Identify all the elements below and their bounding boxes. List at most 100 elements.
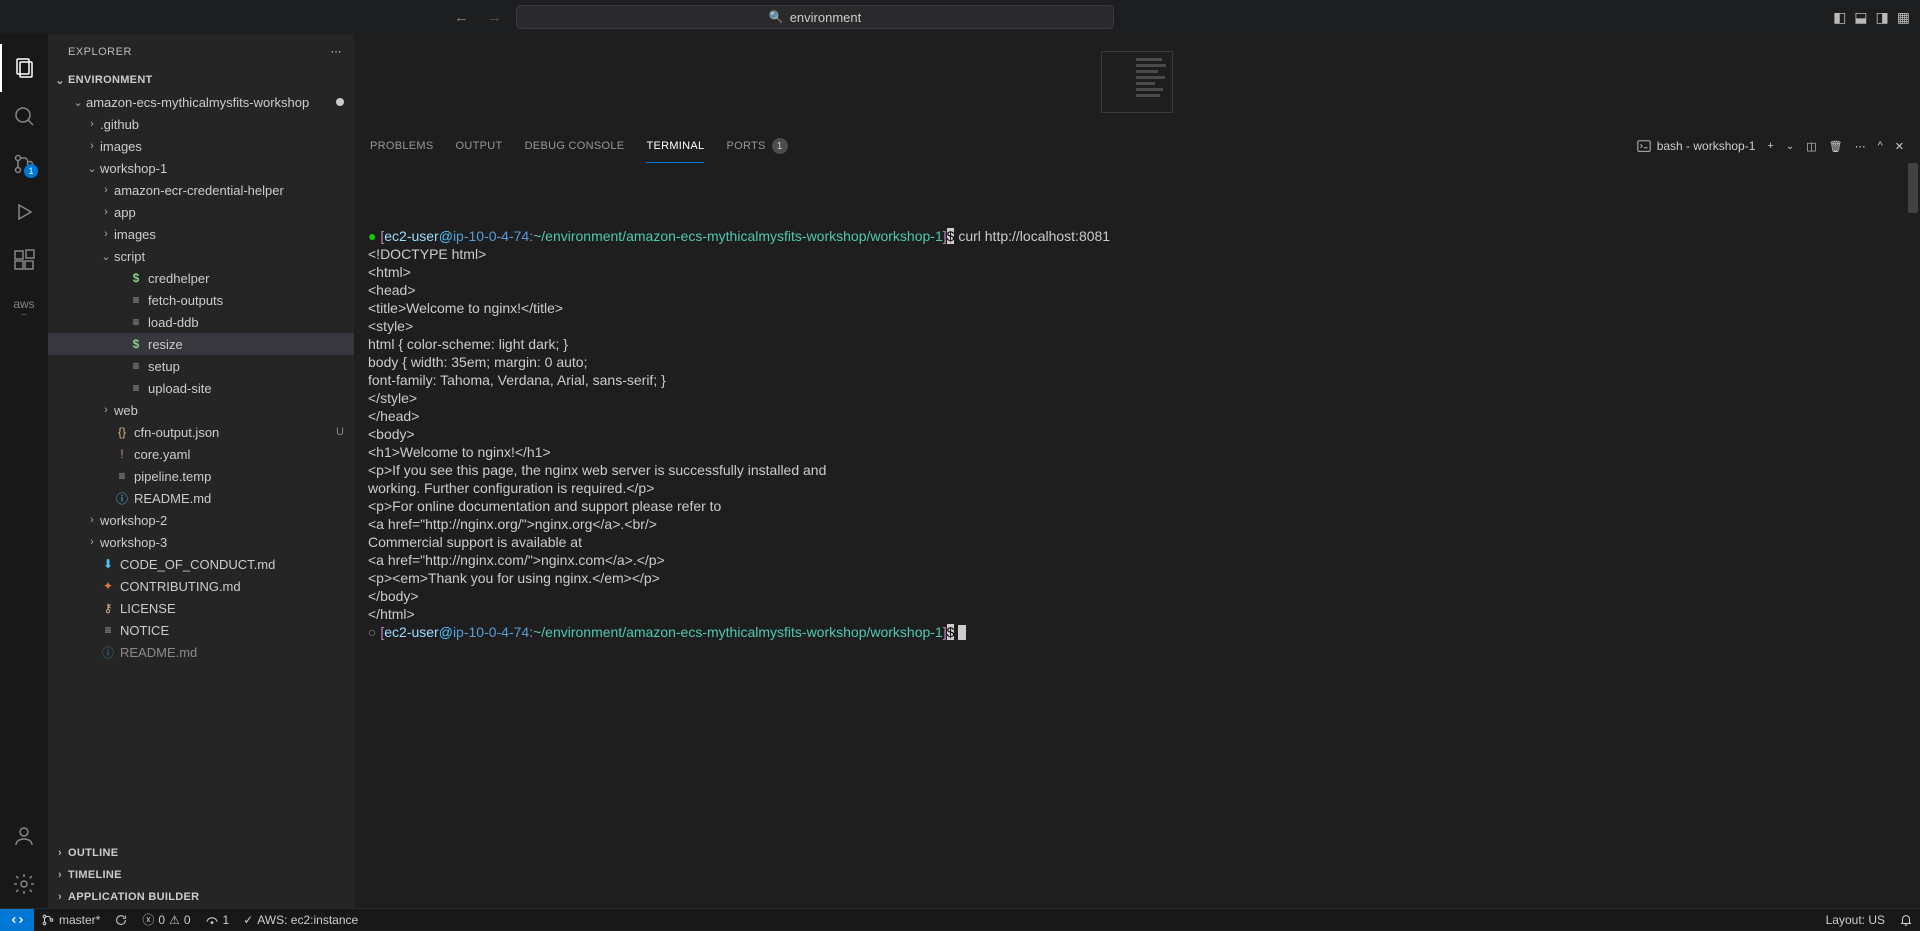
activity-settings-icon[interactable] <box>0 860 48 908</box>
layout-left-icon[interactable]: ◧ <box>1833 9 1846 26</box>
terminal-dropdown-icon[interactable]: ⌄ <box>1786 141 1794 152</box>
editor-empty-area <box>354 34 1920 130</box>
tree-item[interactable]: $resize <box>48 333 354 355</box>
file-icon: ≡ <box>128 381 144 395</box>
file-icon: ≡ <box>128 315 144 329</box>
tree-item[interactable]: ›amazon-ecr-credential-helper <box>48 179 354 201</box>
tree-item-label: pipeline.temp <box>134 469 211 484</box>
tree-item[interactable]: $credhelper <box>48 267 354 289</box>
terminal-scrollbar[interactable] <box>1908 163 1918 213</box>
tree-item[interactable]: ⌄workshop-1 <box>48 157 354 179</box>
tree-item[interactable]: ≡upload-site <box>48 377 354 399</box>
tree-item-label: workshop-3 <box>100 535 167 550</box>
chevron-icon: › <box>98 206 114 218</box>
tab-problems[interactable]: PROBLEMS <box>370 130 434 163</box>
git-status: U <box>336 426 344 438</box>
terminal-content[interactable]: ● [ec2-user@ip-10-0-4-74:~/environment/a… <box>354 163 1920 908</box>
tree-item-label: web <box>114 403 138 418</box>
chevron-icon: › <box>98 228 114 240</box>
status-ports[interactable]: 1 <box>198 909 237 931</box>
activity-search-icon[interactable] <box>0 92 48 140</box>
tree-item-label: load-ddb <box>148 315 199 330</box>
activity-aws-icon[interactable]: aws⌣ <box>0 284 48 332</box>
terminal-kill-icon[interactable]: 🗑 <box>1829 140 1843 153</box>
sidebar-section[interactable]: ›OUTLINE <box>48 842 354 864</box>
panel-close-icon[interactable]: ✕ <box>1895 140 1904 153</box>
activity-explorer-icon[interactable] <box>0 44 48 92</box>
tree-item[interactable]: ≡setup <box>48 355 354 377</box>
ports-badge: 1 <box>772 138 788 154</box>
tree-item[interactable]: {}cfn-output.jsonU <box>48 421 354 443</box>
tree-item[interactable]: ⓘ README.md <box>48 487 354 509</box>
tree-item[interactable]: ⓘREADME.md <box>48 641 354 663</box>
tree-item[interactable]: ≡NOTICE <box>48 619 354 641</box>
status-sync[interactable] <box>107 909 135 931</box>
tree-item[interactable]: ›workshop-2 <box>48 509 354 531</box>
tree-item-label: amazon-ecr-credential-helper <box>114 183 284 198</box>
sidebar-section[interactable]: ›APPLICATION BUILDER <box>48 886 354 908</box>
file-icon: ≡ <box>114 469 130 483</box>
activity-scm-icon[interactable]: 1 <box>0 140 48 188</box>
terminal-name[interactable]: bash - workshop-1 <box>1637 139 1756 153</box>
tree-item[interactable]: ✦CONTRIBUTING.md <box>48 575 354 597</box>
chevron-icon: › <box>84 514 100 526</box>
file-icon: $ <box>128 337 144 351</box>
tree-item[interactable]: !core.yaml <box>48 443 354 465</box>
tree-item[interactable]: ›images <box>48 135 354 157</box>
tree-item[interactable]: ›web <box>48 399 354 421</box>
file-tree: ⌄amazon-ecs-mythicalmysfits-workshop›.gi… <box>48 91 354 842</box>
status-layout[interactable]: Layout: US <box>1819 909 1892 931</box>
activity-account-icon[interactable] <box>0 812 48 860</box>
scm-badge: 1 <box>24 164 38 178</box>
status-problems[interactable]: ⓧ0 ⚠0 <box>135 909 197 931</box>
activity-extensions-icon[interactable] <box>0 236 48 284</box>
terminal-new-icon[interactable]: + <box>1767 140 1773 152</box>
minimap-placeholder-icon <box>1101 51 1173 113</box>
nav-back-icon[interactable]: ← <box>454 9 469 26</box>
tree-item-label: README.md <box>134 491 211 506</box>
tree-item[interactable]: ≡ pipeline.temp <box>48 465 354 487</box>
tab-ports[interactable]: PORTS1 <box>726 130 787 163</box>
terminal-split-icon[interactable]: ◫ <box>1806 140 1816 153</box>
status-branch[interactable]: master* <box>34 909 107 931</box>
tree-item[interactable]: ⚷LICENSE <box>48 597 354 619</box>
chevron-icon: › <box>98 184 114 196</box>
tree-item-label: CONTRIBUTING.md <box>120 579 241 594</box>
panel-maximize-icon[interactable]: ^ <box>1878 140 1883 152</box>
nav-forward-icon[interactable]: → <box>487 9 502 26</box>
tree-item[interactable]: ›images <box>48 223 354 245</box>
file-icon: ⓘ <box>114 490 130 507</box>
tree-item-label: setup <box>148 359 180 374</box>
layout-bottom-icon[interactable]: ⬓ <box>1854 9 1867 26</box>
tree-item[interactable]: ⌄script <box>48 245 354 267</box>
status-aws[interactable]: ✓AWS: ec2:instance <box>236 909 365 931</box>
explorer-root[interactable]: ⌄ENVIRONMENT <box>48 69 354 91</box>
activity-run-icon[interactable] <box>0 188 48 236</box>
terminal-more-icon[interactable]: ⋯ <box>1855 140 1866 153</box>
tab-terminal[interactable]: TERMINAL <box>646 130 704 163</box>
file-icon: {} <box>114 425 130 439</box>
tree-item[interactable]: ⌄amazon-ecs-mythicalmysfits-workshop <box>48 91 354 113</box>
tree-item[interactable]: ≡ fetch-outputs <box>48 289 354 311</box>
tree-item[interactable]: ⬇CODE_OF_CONDUCT.md <box>48 553 354 575</box>
tree-item-label: LICENSE <box>120 601 176 616</box>
sidebar-title: EXPLORER <box>68 46 132 58</box>
file-icon: ≡ <box>128 293 144 307</box>
chevron-icon: ⌄ <box>98 250 114 263</box>
tree-item-label: core.yaml <box>134 447 190 462</box>
status-bell-icon[interactable] <box>1892 909 1920 931</box>
tree-item-label: fetch-outputs <box>148 293 223 308</box>
tree-item[interactable]: ≡ load-ddb <box>48 311 354 333</box>
sidebar-more-icon[interactable]: ⋯ <box>331 45 343 58</box>
tab-output[interactable]: OUTPUT <box>456 130 503 163</box>
sidebar-section[interactable]: ›TIMELINE <box>48 864 354 886</box>
tree-item[interactable]: ›app <box>48 201 354 223</box>
remote-indicator[interactable] <box>0 909 34 931</box>
tree-item[interactable]: ›workshop-3 <box>48 531 354 553</box>
tab-debug-console[interactable]: DEBUG CONSOLE <box>525 130 625 163</box>
command-center-search[interactable]: 🔍 environment <box>516 5 1114 29</box>
layout-grid-icon[interactable]: ▦ <box>1897 9 1910 26</box>
tree-item[interactable]: ›.github <box>48 113 354 135</box>
activity-bar: 1 aws⌣ <box>0 34 48 908</box>
layout-right-icon[interactable]: ◨ <box>1876 9 1889 26</box>
